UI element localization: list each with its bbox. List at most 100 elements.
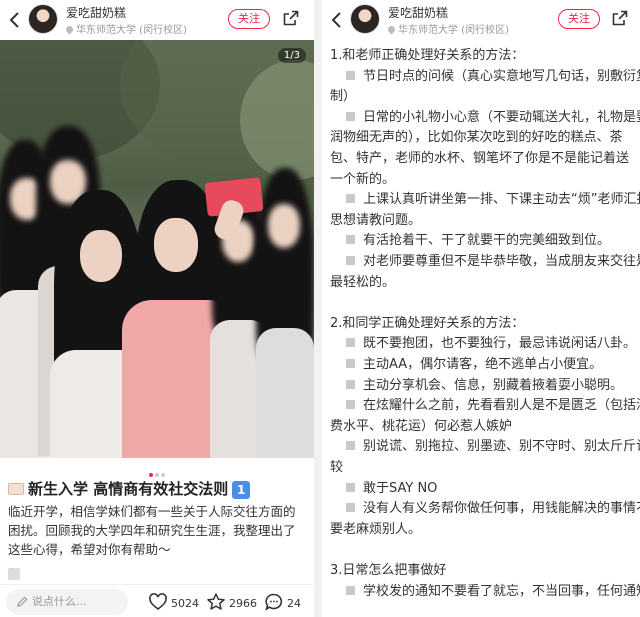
username[interactable]: 爱吃甜奶糕 <box>66 4 126 21</box>
line-text: 上课认真听讲坐第一排、下课主动去“烦”老师汇报 <box>363 192 640 208</box>
line-text: 既不要抱团，也不要独行，最忌讳说闲话八卦。 <box>363 336 637 352</box>
location-text: 华东师范大学 (闵行校区) <box>76 25 187 36</box>
bullet-square-icon <box>346 235 355 245</box>
location-text: 华东师范大学 (闵行校区) <box>398 25 509 36</box>
bullet-line: 在炫耀什么之前，先看看别人是不是匮乏（包括消 <box>330 396 640 416</box>
section-heading: 3.日常怎么把事做好 <box>330 561 446 581</box>
bullet-square-icon <box>346 70 355 80</box>
location-pin-icon <box>386 24 397 35</box>
text-line: 一个新的。 <box>330 170 395 190</box>
bullet-square-icon <box>346 359 355 368</box>
line-text: 制） <box>330 89 357 105</box>
avatar[interactable] <box>350 4 380 34</box>
line-text: 节日时点的问候（真心实意地写几句话，别敷衍复 <box>363 68 640 84</box>
line-text: 最轻松的。 <box>330 274 396 290</box>
carousel-dot[interactable] <box>161 473 165 477</box>
favorite-count: 2966 <box>229 597 257 610</box>
location: 华东师范大学 (闵行校区) <box>64 21 187 36</box>
bullet-square-icon <box>346 379 355 389</box>
line-text: 没有人有义务帮你做任何事，用钱能解决的事情不 <box>363 501 640 517</box>
line-text: 润物细无声的），比如你某次吃到的好吃的糕点、茶 <box>330 130 623 146</box>
line-text: 学校发的通知不要看了就忘，不当回事，任何通知 <box>363 583 640 599</box>
bullet-square-icon <box>346 441 355 451</box>
avatar[interactable] <box>28 4 58 34</box>
text-line: 要老麻烦别人。 <box>330 520 421 540</box>
carousel-dot[interactable] <box>149 473 153 477</box>
text-line: 较 <box>330 458 343 478</box>
section-heading: 1.和老师正确处理好关系的方法： <box>330 46 524 66</box>
image-counter: 1/3 <box>277 48 306 63</box>
line-text: 思想请教问题。 <box>330 212 422 228</box>
comment-icon <box>265 593 283 611</box>
username[interactable]: 爱吃甜奶糕 <box>388 4 448 21</box>
post-title: 新生入学 高情商有效社交法则 1 <box>8 478 308 499</box>
line-text: 较 <box>330 460 344 475</box>
bullet-square-icon <box>346 194 355 204</box>
text-line: 思想请教问题。 <box>330 211 421 231</box>
heart-icon <box>149 593 167 611</box>
like-count: 5024 <box>171 597 199 610</box>
right-panel: 爱吃甜奶糕 华东师范大学 (闵行校区) 关注 1.和老师正确处理好关系的方法： 节… <box>322 0 640 617</box>
location: 华东师范大学 (闵行校区) <box>386 21 509 36</box>
line-text: 1.和老师正确处理好关系的方法： <box>330 48 525 63</box>
line-text: 费水平、桃花运）何必惹人嫉妒 <box>330 418 513 434</box>
back-arrow-icon[interactable] <box>8 11 20 29</box>
line-text: 对老师要尊重但不是毕恭毕敬，当成朋友来交往是 <box>363 254 640 269</box>
follow-button[interactable]: 关注 <box>228 9 270 29</box>
pen-icon <box>17 596 28 607</box>
line-text: 要老麻烦别人。 <box>330 521 422 537</box>
line-text: 主动AA，偶尔请客，绝不逃单占小便宜。 <box>363 357 603 372</box>
follow-button[interactable]: 关注 <box>558 9 600 29</box>
tag-emoji-icon <box>8 483 24 495</box>
bullet-line: 有活抢着干、干了就要干的完美细致到位。 <box>330 231 610 251</box>
bullet-square-icon <box>346 482 355 492</box>
bullet-line: 主动AA，偶尔请客，绝不逃单占小便宜。 <box>330 355 602 375</box>
comment-placeholder: 说点什么... <box>32 595 87 608</box>
star-icon <box>207 593 225 610</box>
back-arrow-icon[interactable] <box>330 11 342 29</box>
text-line: 润物细无声的），比如你某次吃到的好吃的糕点、茶 <box>330 128 623 148</box>
line-text: 别说谎、别拖拉、别墨迹、别不守时、别太斤斤计 <box>363 439 640 455</box>
text-line: 包、特产，老师的水杯、钢笔坏了你是不是能记着送 <box>330 149 629 169</box>
line-text: 包、特产，老师的水杯、钢笔坏了你是不是能记着送 <box>330 151 630 166</box>
bottom-bar: 说点什么... 5024 2966 24 <box>0 584 314 617</box>
line-text: 2.和同学正确处理好关系的方法： <box>330 315 525 331</box>
carousel-dots <box>0 462 314 477</box>
post-body: 临近开学，相信学妹们都有一些关于人际交往方面的 困扰。回顾我的大学四年和研究生生… <box>8 502 310 559</box>
bullet-square-icon <box>346 585 355 595</box>
post-header: 爱吃甜奶糕 华东师范大学 (闵行校区) 关注 <box>0 0 314 40</box>
bullet-line: 既不要抱团，也不要独行，最忌讳说闲话八卦。 <box>330 334 636 354</box>
post-body-line: 这些心得，希望对你有帮助～ <box>8 542 171 557</box>
share-icon[interactable] <box>283 10 299 26</box>
bullet-line: 节日时点的问候（真心实意地写几句话，别敷衍复 <box>330 67 640 87</box>
carousel-dot[interactable] <box>155 473 159 477</box>
text-line: 费水平、桃花运）何必惹人嫉妒 <box>330 417 512 437</box>
bullet-square-icon <box>346 400 355 410</box>
bullet-line: 对老师要尊重但不是毕恭毕敬，当成朋友来交往是 <box>330 252 640 272</box>
line-text: 主动分享机会、信息，别藏着掖着耍小聪明。 <box>363 377 624 393</box>
line-text: 日常的小礼物小心意（不要动辄送大礼，礼物是要 <box>363 109 640 125</box>
post-photo[interactable]: 1/3 <box>0 40 314 458</box>
comment-input[interactable]: 说点什么... <box>6 589 128 615</box>
post-body-line: 临近开学，相信学妹们都有一些关于人际交往方面的 <box>8 504 296 519</box>
comment-button[interactable]: 24 <box>264 592 301 612</box>
bullet-square-icon <box>346 338 355 348</box>
bullet-square-icon <box>346 503 355 513</box>
line-text: 3.日常怎么把事做好 <box>330 563 447 578</box>
bullet-line: 日常的小礼物小心意（不要动辄送大礼，礼物是要 <box>330 108 640 128</box>
left-panel: 爱吃甜奶糕 华东师范大学 (闵行校区) 关注 1/3 新生入学 高情商有效社交法… <box>0 0 314 617</box>
favorite-button[interactable]: 2966 <box>206 592 257 612</box>
text-line: 最轻松的。 <box>330 273 395 293</box>
like-button[interactable]: 5024 <box>148 592 199 612</box>
text-line: 制） <box>330 87 356 107</box>
line-text: 敢于SAY NO <box>363 480 438 496</box>
line-text: 在炫耀什么之前，先看看别人是不是匮乏（包括消 <box>363 398 640 414</box>
number-badge: 1 <box>232 481 251 499</box>
bullet-line: 别说谎、别拖拉、别墨迹、别不守时、别太斤斤计 <box>330 437 640 457</box>
line-text: 一个新的。 <box>330 171 396 187</box>
person <box>256 168 314 458</box>
section-heading: 2.和同学正确处理好关系的方法： <box>330 314 524 334</box>
share-icon[interactable] <box>612 10 628 26</box>
location-pin-icon <box>64 24 75 35</box>
bullet-line: 没有人有义务帮你做任何事，用钱能解决的事情不 <box>330 499 640 519</box>
